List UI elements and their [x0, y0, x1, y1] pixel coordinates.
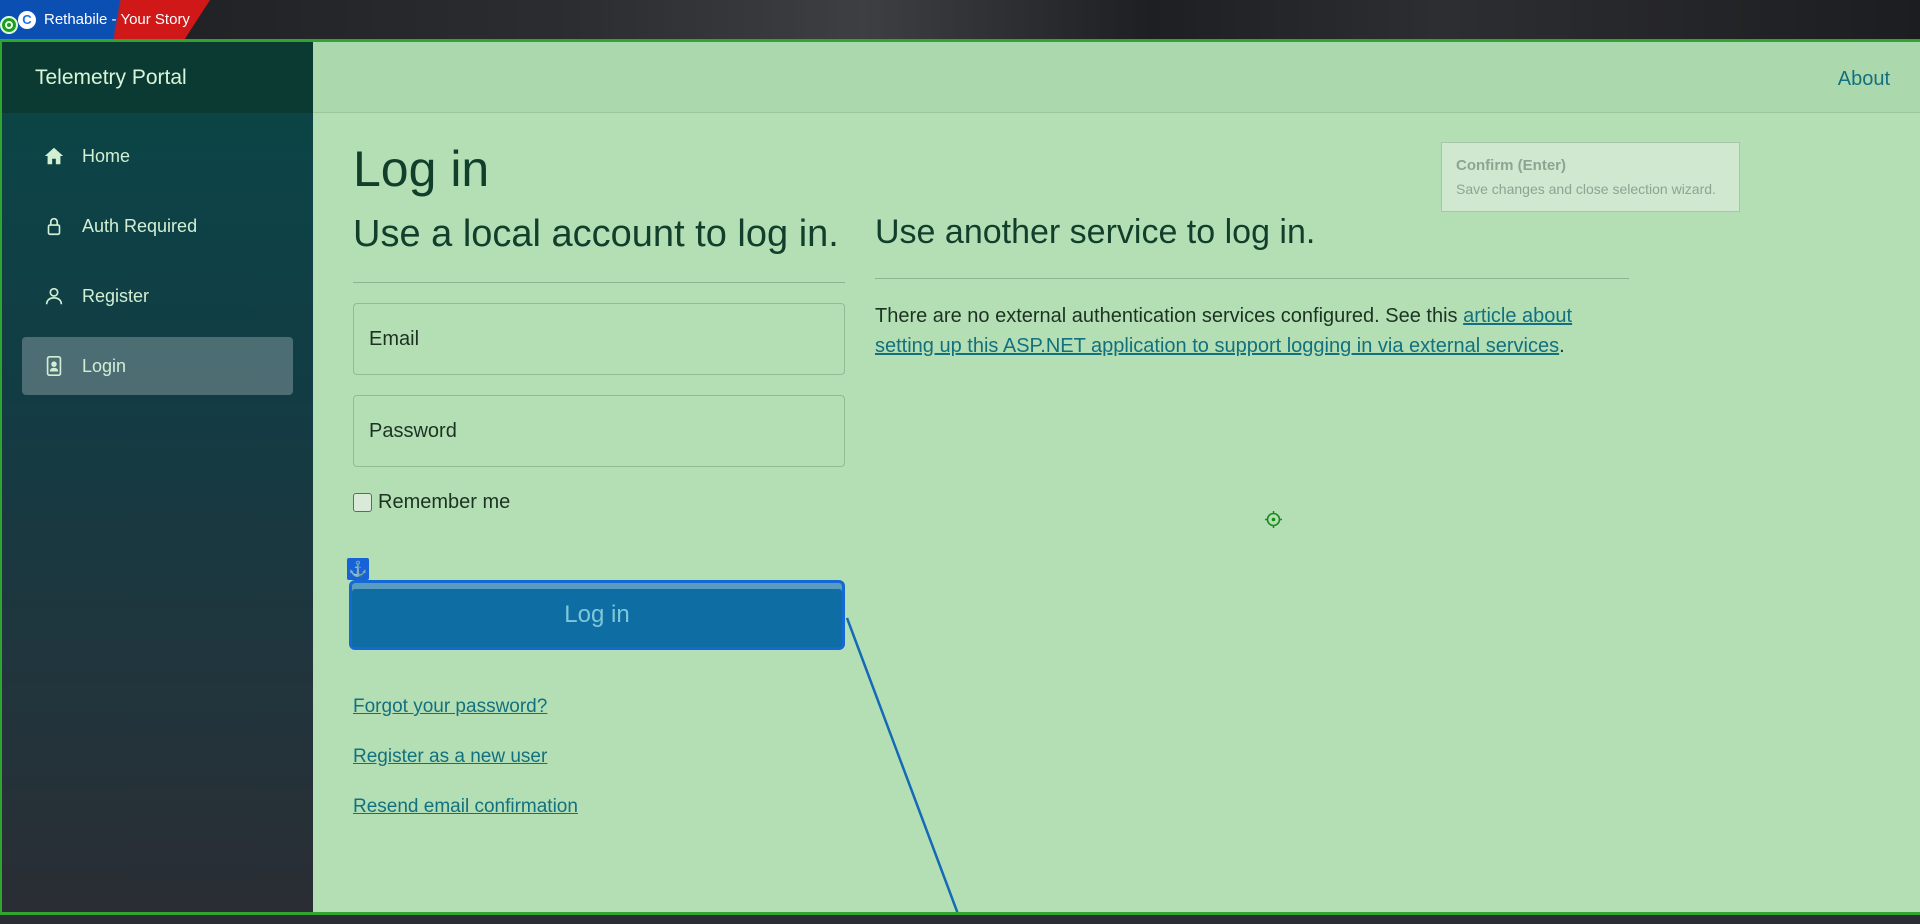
target-icon [0, 16, 18, 34]
local-login-heading: Use a local account to log in. [353, 213, 839, 255]
sidebar-item-label: Register [82, 285, 150, 306]
sidebar-item-label: Auth Required [82, 215, 198, 236]
confirm-title: Confirm (Enter) [1456, 157, 1566, 174]
sidebar-item-auth-required[interactable]: Auth Required [22, 197, 293, 255]
top-header: About [313, 42, 1920, 113]
sidebar-item-label: Home [82, 145, 131, 166]
badge-icon [42, 354, 66, 378]
person-icon [42, 284, 66, 308]
lock-icon [42, 214, 66, 238]
sidebar-nav: Home Auth Required Register Login [2, 113, 313, 421]
crosshair-icon [1265, 511, 1282, 528]
sidebar: Telemetry Portal Home Auth Required Regi… [0, 42, 313, 914]
browser-tab-label: Rethabile - Your Story [44, 11, 190, 28]
email-field[interactable]: Email [353, 303, 845, 375]
local-login-section: Use a local account to log in. Email Pas… [353, 210, 845, 514]
account-links: Forgot your password? Register as a new … [353, 692, 578, 844]
sidebar-item-login[interactable]: Login [22, 337, 293, 395]
confirm-tooltip[interactable]: Confirm (Enter) Save changes and close s… [1441, 142, 1740, 212]
browser-tab[interactable]: C Rethabile - Your Story [0, 0, 210, 39]
browser-tab-strip: C Rethabile - Your Story [0, 0, 1920, 42]
brand-title[interactable]: Telemetry Portal [2, 42, 313, 113]
login-button[interactable]: Log in [349, 580, 845, 650]
register-link[interactable]: Register as a new user [353, 744, 578, 794]
remember-me-checkbox[interactable] [353, 493, 372, 512]
divider [353, 282, 845, 283]
remember-me-label[interactable]: Remember me [378, 491, 510, 514]
browser-logo-icon: C [18, 10, 36, 29]
sidebar-item-label: Login [82, 355, 127, 376]
confirm-subtitle: Save changes and close selection wizard. [1456, 181, 1716, 197]
sidebar-item-home[interactable]: Home [22, 127, 293, 185]
anchor-icon[interactable]: ⚓ [347, 558, 369, 580]
external-login-heading: Use another service to log in. [875, 213, 1316, 251]
home-icon [42, 144, 66, 168]
email-placeholder: Email [369, 327, 420, 350]
about-link[interactable]: About [1838, 68, 1890, 91]
forgot-password-link[interactable]: Forgot your password? [353, 694, 578, 744]
sidebar-item-register[interactable]: Register [22, 267, 293, 325]
password-field[interactable]: Password [353, 395, 845, 467]
main-content: About Log in Use a local account to log … [313, 42, 1920, 914]
resend-confirmation-link[interactable]: Resend email confirmation [353, 794, 578, 844]
remember-me-row: Remember me [353, 491, 845, 514]
external-login-text: There are no external authentication ser… [875, 305, 1573, 357]
external-login-section: Use another service to log in. There are… [875, 210, 1629, 361]
divider [875, 278, 1629, 279]
password-placeholder: Password [369, 419, 457, 442]
page-title: Log in [353, 141, 490, 197]
bottom-border [0, 912, 1920, 924]
